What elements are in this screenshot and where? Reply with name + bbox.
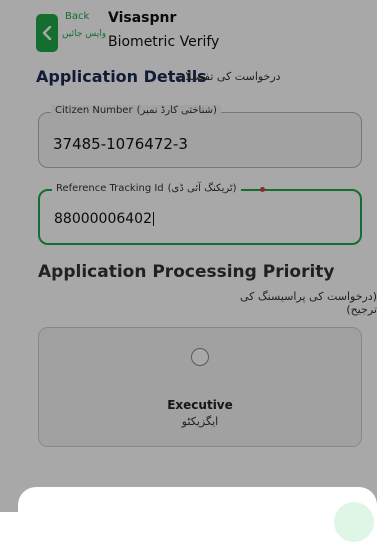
bottom-sheet bbox=[18, 487, 377, 527]
modal-overlay[interactable] bbox=[0, 0, 377, 512]
sheet-accent-circle bbox=[334, 502, 374, 542]
